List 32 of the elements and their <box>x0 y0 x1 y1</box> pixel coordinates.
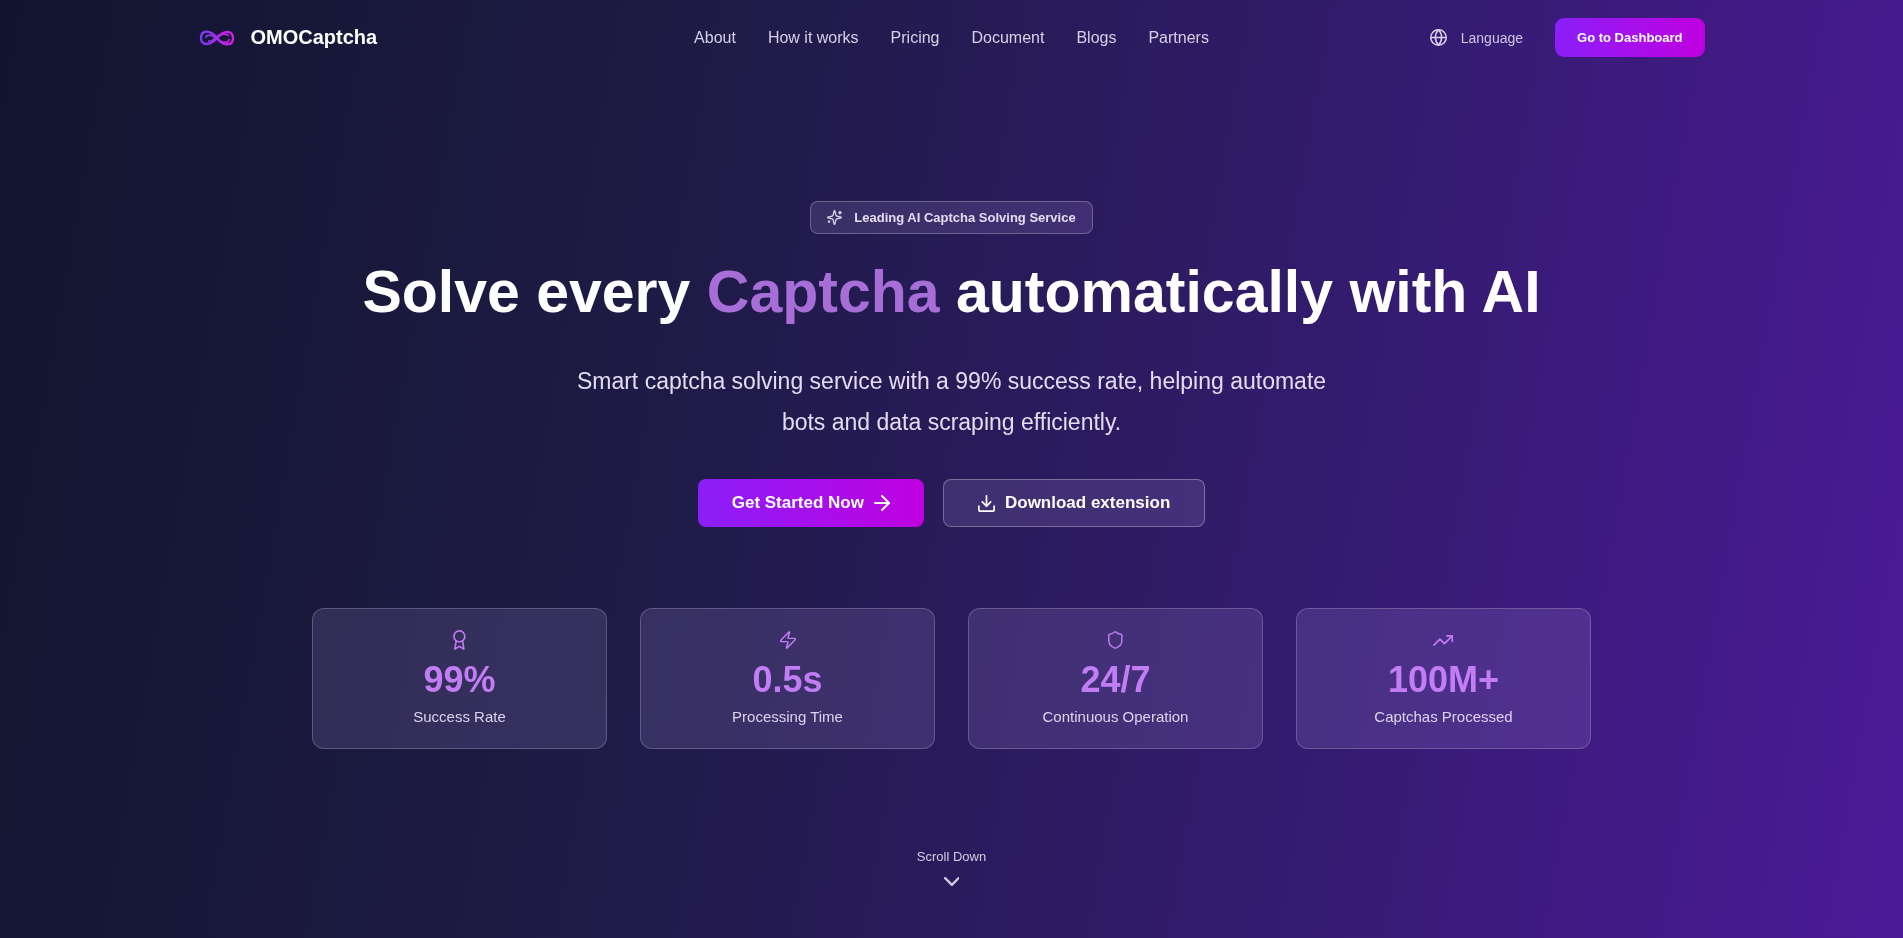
scroll-down-button[interactable]: Scroll Down <box>916 849 987 886</box>
nav-link[interactable]: About <box>694 27 736 48</box>
nav-link[interactable]: Blogs <box>1076 27 1117 48</box>
language-button[interactable]: Language <box>1429 29 1524 46</box>
shield-icon <box>1108 631 1123 649</box>
hero-title: Solve every Captcha automatically with AI <box>362 258 1541 327</box>
stat-value: 24/7 <box>1080 660 1151 700</box>
arrow-right-icon <box>873 495 890 511</box>
stat-label: Processing Time <box>732 707 843 727</box>
stat-value: 0.5s <box>752 660 823 700</box>
sparkles-icon <box>827 210 843 225</box>
lightning-bolt-icon <box>779 631 796 649</box>
stat-value: 100M+ <box>1387 660 1500 700</box>
download-icon <box>977 494 995 512</box>
nav-link[interactable]: Pricing <box>890 27 940 48</box>
get-started-button[interactable]: Get Started Now <box>697 479 924 527</box>
trending-up-icon <box>1433 634 1454 646</box>
medal-icon <box>453 630 466 650</box>
globe-icon <box>1429 29 1447 46</box>
logo-text[interactable]: OMOCaptcha <box>250 26 378 49</box>
nav-link[interactable]: Document <box>971 27 1045 48</box>
badge-label: Leading AI Captcha Solving Service <box>854 210 1076 225</box>
stat-label: Continuous Operation <box>1042 707 1189 727</box>
stat-label: Success Rate <box>413 707 506 727</box>
stat-label: Captchas Processed <box>1374 707 1513 727</box>
chevron-down-icon <box>943 877 960 886</box>
nav-link[interactable]: How it works <box>767 27 859 48</box>
download-button[interactable]: Download extension <box>942 479 1206 527</box>
stat-value: 99% <box>423 660 496 700</box>
nav-link[interactable]: Partners <box>1148 27 1209 48</box>
hero-subtitle: Smart captcha solving service with a 99% success rate, helping automate bots and data scraping efficiently. <box>575 367 1328 437</box>
dashboard-button[interactable]: Go to Dashboard <box>1555 18 1705 57</box>
